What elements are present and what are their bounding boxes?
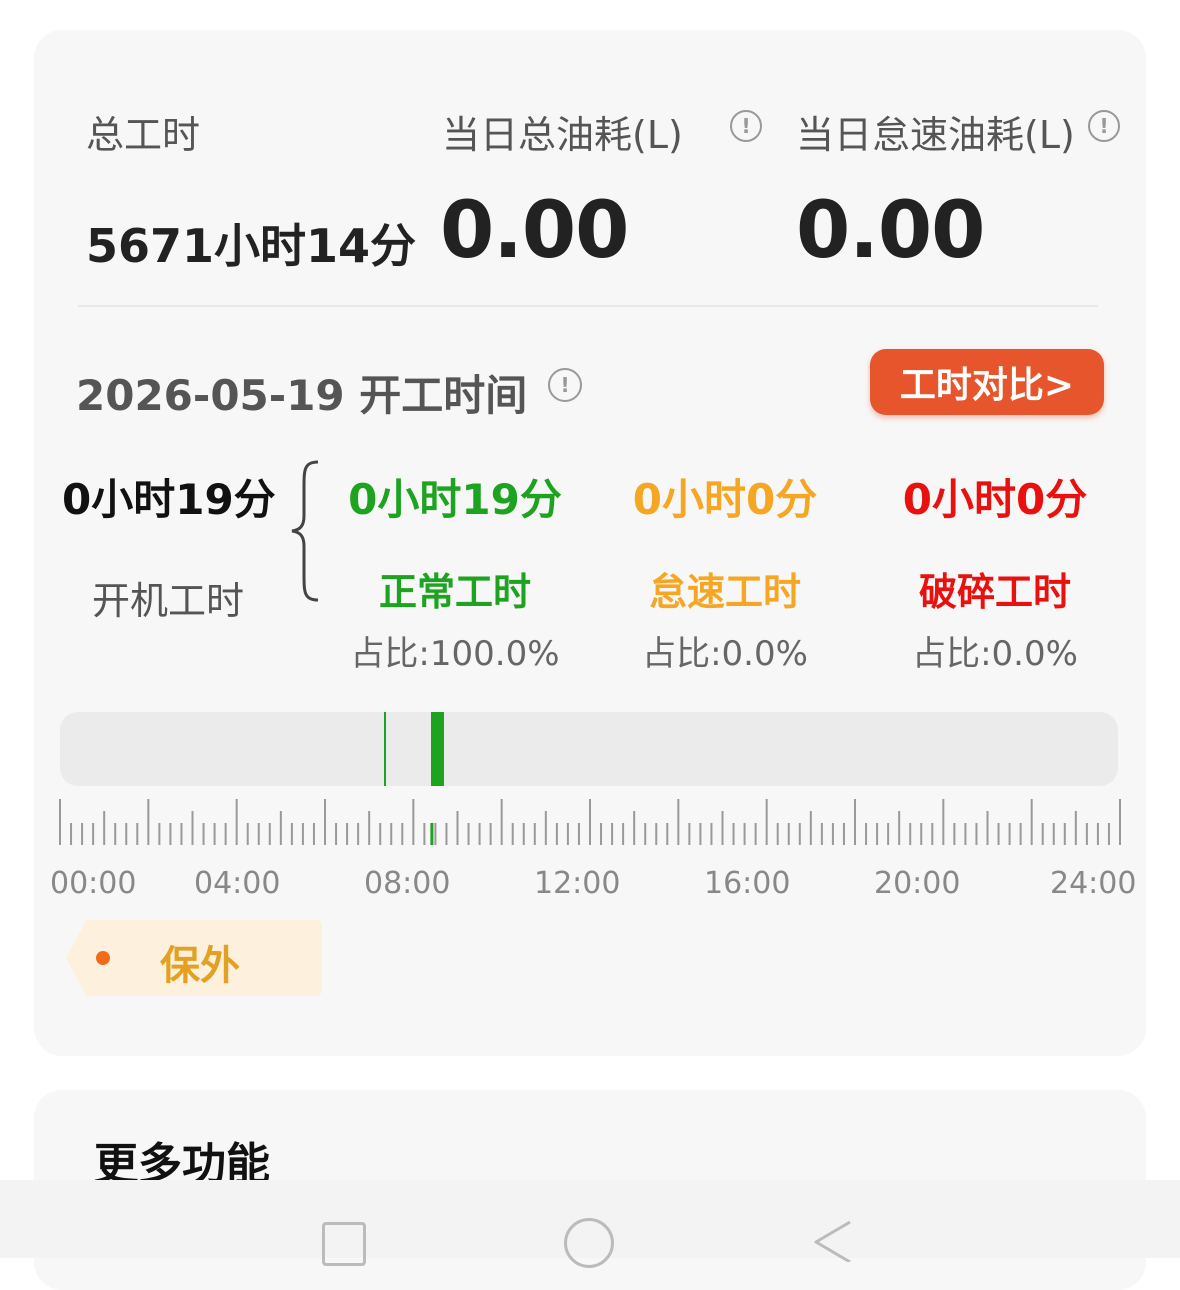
timeline-axis-label: 16:00 (704, 866, 791, 901)
daily-fuel-info-icon[interactable]: ! (730, 110, 762, 142)
timeline-axis-label: 24:00 (1050, 866, 1137, 901)
breaking-hours-column: 0小时0分 破碎工时 占比:0.0% (878, 466, 1112, 675)
worktime-info-icon[interactable]: ! (548, 368, 582, 402)
idle-hours-value: 0小时0分 (632, 475, 818, 524)
worktime-date: 2026-05-19 (76, 371, 345, 420)
warranty-tag-label: 保外 (160, 943, 240, 989)
on-hours-value: 0小时19分 (62, 475, 276, 524)
worktime-header: 2026-05-19 开工时间 (76, 362, 527, 423)
breaking-hours-name: 破碎工时 (918, 570, 1071, 614)
timeline-axis-label: 00:00 (50, 866, 137, 901)
brace-icon (291, 460, 319, 602)
back-icon[interactable] (810, 1218, 856, 1262)
daily-fuel-label: 当日总油耗(L) (442, 113, 683, 157)
idle-hours-column: 0小时0分 怠速工时 占比:0.0% (608, 466, 842, 675)
timeline-axis-label: 04:00 (194, 866, 281, 901)
timeline-active-segment (384, 712, 386, 786)
normal-hours-column: 0小时19分 正常工时 占比:100.0% (330, 466, 580, 675)
home-icon[interactable] (564, 1218, 614, 1268)
warranty-dot-icon (96, 951, 110, 965)
divider (78, 305, 1098, 307)
timeline-active-segment (431, 712, 445, 786)
timeline-ticks (59, 799, 1121, 845)
total-hours-value: 5671小时14分 (86, 219, 417, 273)
idle-fuel-label: 当日怠速油耗(L) (796, 113, 1075, 157)
total-hours-label: 总工时 (86, 113, 201, 157)
breaking-hours-value: 0小时0分 (902, 475, 1088, 524)
on-hours-label: 开机工时 (92, 579, 245, 623)
idle-fuel-value: 0.00 (796, 186, 985, 276)
worktime-title: 开工时间 (359, 371, 528, 420)
breaking-hours-percent: 占比:0.0% (912, 634, 1078, 674)
idle-hours-name: 怠速工时 (648, 570, 801, 614)
normal-hours-value: 0小时19分 (348, 475, 562, 524)
timeline-bar (60, 712, 1118, 786)
timeline-axis-label: 12:00 (534, 866, 621, 901)
idle-hours-percent: 占比:0.0% (642, 634, 808, 674)
recent-apps-icon[interactable] (322, 1222, 366, 1266)
timeline-axis-label: 20:00 (874, 866, 961, 901)
timeline-axis-label: 08:00 (364, 866, 451, 901)
daily-fuel-value: 0.00 (440, 186, 629, 276)
normal-hours-percent: 占比:100.0% (350, 634, 560, 674)
system-nav-bar (0, 1180, 1180, 1268)
compare-hours-button[interactable]: 工时对比> (870, 349, 1104, 415)
idle-fuel-info-icon[interactable]: ! (1088, 110, 1120, 142)
normal-hours-name: 正常工时 (378, 570, 531, 614)
